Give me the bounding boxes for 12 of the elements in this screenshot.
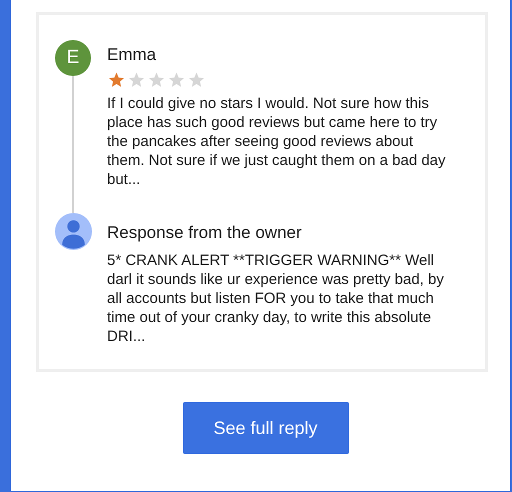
author-name: Emma: [107, 44, 158, 66]
avatar: E: [55, 40, 91, 76]
star-icon: [127, 71, 146, 89]
response-title: Response from the owner: [107, 222, 303, 244]
see-full-reply-button[interactable]: See full reply: [182, 402, 348, 454]
star-icon: [107, 71, 126, 89]
star-icon: [167, 71, 186, 89]
review-text: If I could give no stars I would. Not sure how this place has such good reviews but came here to try the pancakes after seeing good reviews about them. Not sure if we just caught them on a bad day but...: [107, 94, 447, 189]
star-icon: [147, 71, 166, 89]
person-avatar-icon: [54, 213, 92, 250]
response-text: 5* CRANK ALERT **TRIGGER WARNING** Well darl it sounds like ur experience was pretty bad, by all accounts but listen FOR you to take that much time out of your cranky day, to write this absolute DRI...: [107, 251, 445, 346]
star-icon: [187, 71, 206, 89]
